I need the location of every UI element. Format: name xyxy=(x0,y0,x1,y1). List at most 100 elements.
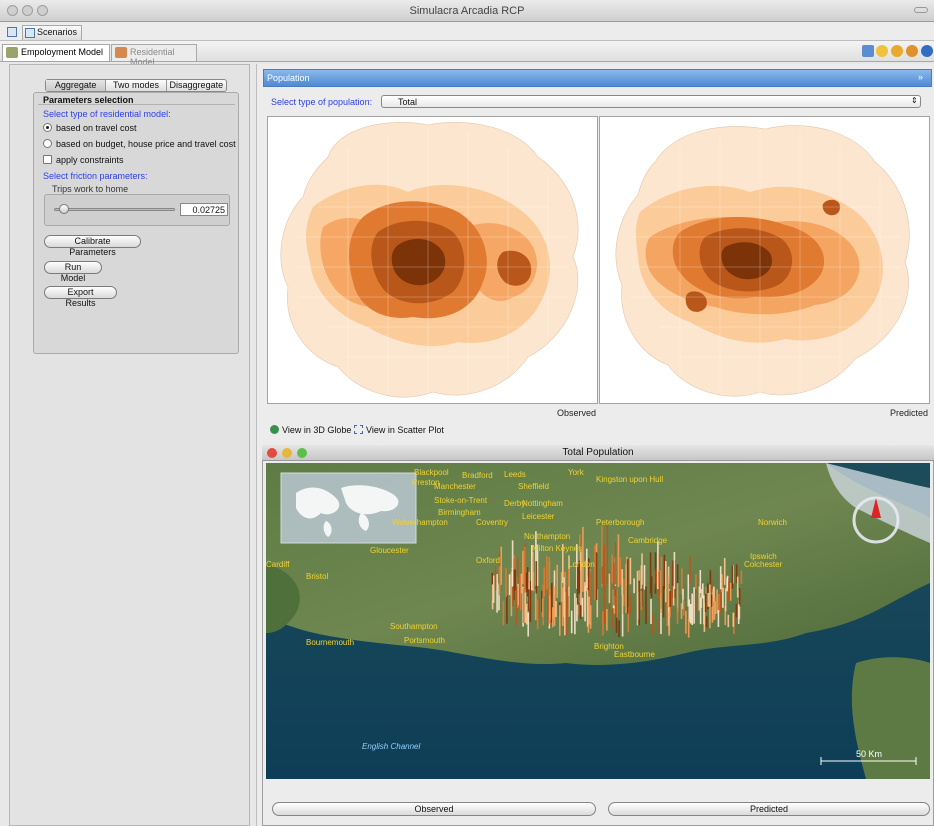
population-bar xyxy=(625,563,627,614)
place-label: Northampton xyxy=(524,532,570,541)
zoom-out-icon[interactable] xyxy=(891,45,903,57)
population-bar xyxy=(517,558,519,584)
population-bar xyxy=(611,608,614,628)
observed-map[interactable] xyxy=(267,116,598,404)
population-bar xyxy=(645,586,647,625)
tab-disaggregate[interactable]: Disaggregate xyxy=(167,80,226,91)
population-bar xyxy=(665,561,667,603)
population-bar xyxy=(643,565,646,590)
collapse-icon[interactable]: » xyxy=(918,72,923,82)
population-bar xyxy=(502,600,505,626)
globe-icon xyxy=(270,425,279,434)
zoom-in-icon[interactable] xyxy=(876,45,888,57)
population-bar xyxy=(640,590,643,611)
population-bar xyxy=(621,594,624,615)
place-label: Gloucester xyxy=(370,546,409,555)
population-bar xyxy=(522,550,524,584)
tab-residential-model[interactable]: Residential Model xyxy=(111,44,197,67)
place-label: Sheffield xyxy=(518,482,549,491)
population-bar xyxy=(626,559,629,614)
radio-selected-icon xyxy=(43,123,52,132)
zoom-extent-icon[interactable] xyxy=(862,45,874,57)
population-bar xyxy=(527,612,529,637)
house-icon xyxy=(115,47,127,58)
population-bar xyxy=(556,564,558,598)
population-bar xyxy=(576,563,579,605)
population-bar xyxy=(738,588,741,607)
trips-slider-thumb[interactable] xyxy=(59,204,70,214)
population-bar xyxy=(608,573,611,604)
place-label: Eastbourne xyxy=(614,650,655,659)
population-bar xyxy=(732,612,735,627)
view-scatter-plot-link[interactable]: View in Scatter Plot xyxy=(354,425,444,435)
view-3d-globe-link[interactable]: View in 3D Globe xyxy=(270,425,351,435)
population-bar xyxy=(640,565,643,589)
predicted-map[interactable] xyxy=(599,116,930,404)
place-label: Cambridge xyxy=(628,536,668,545)
population-bar xyxy=(685,610,687,634)
population-bar xyxy=(595,552,598,601)
population-title: Population xyxy=(267,73,310,83)
population-bar xyxy=(673,552,676,589)
population-bar xyxy=(728,581,730,602)
population-type-select[interactable]: Total xyxy=(381,95,921,108)
observed-button[interactable]: Observed xyxy=(272,802,596,816)
population-bar xyxy=(689,556,691,584)
population-type-label: Select type of population: xyxy=(271,97,373,107)
place-label: Kingston upon Hull xyxy=(596,475,663,484)
population-bar xyxy=(718,594,720,613)
run-model-button[interactable]: Run Model xyxy=(44,261,102,283)
trips-value-field[interactable]: 0.02725 xyxy=(180,203,228,216)
radio-travel-cost[interactable]: based on travel cost xyxy=(43,123,137,133)
population-bar xyxy=(663,554,666,590)
population-bar xyxy=(570,610,573,634)
population-bar xyxy=(649,552,652,594)
perspective-icon[interactable] xyxy=(7,27,17,37)
population-bar xyxy=(704,593,707,612)
population-bar xyxy=(651,613,654,635)
tab-aggregate[interactable]: Aggregate xyxy=(46,80,107,91)
population-bar xyxy=(727,614,730,628)
calibrate-parameters-button[interactable]: Calibrate Parameters xyxy=(44,235,141,257)
population-bar xyxy=(699,570,702,593)
population-bar xyxy=(729,583,732,601)
globe-3d-view[interactable]: Blackpool York Kingston upon Hull Preston Br… xyxy=(266,463,930,779)
tab-scenarios[interactable]: Scenarios xyxy=(22,25,83,40)
population-bar xyxy=(589,605,592,629)
population-bar xyxy=(536,599,539,630)
population-bar xyxy=(555,601,557,617)
predicted-button[interactable]: Predicted xyxy=(608,802,930,816)
population-bar xyxy=(630,594,632,615)
population-bar xyxy=(546,555,548,590)
place-label: Colchester xyxy=(744,560,783,569)
pan-hand-icon[interactable] xyxy=(906,45,918,57)
population-bar xyxy=(668,611,671,634)
population-bar xyxy=(529,580,532,622)
observed-choropleth xyxy=(280,122,579,398)
population-bar xyxy=(505,568,507,598)
info-icon[interactable] xyxy=(921,45,933,57)
population-bar xyxy=(491,584,494,610)
population-bar xyxy=(655,568,658,588)
export-results-button[interactable]: Export Results xyxy=(44,286,117,308)
population-bar xyxy=(500,546,502,585)
tab-employment-model[interactable]: Empoloyment Model xyxy=(2,44,110,61)
population-bar xyxy=(606,524,609,584)
population-bar xyxy=(548,557,551,596)
place-label: Milton Keynes xyxy=(532,544,582,553)
population-bar xyxy=(731,565,734,589)
tab-two-modes[interactable]: Two modes xyxy=(106,80,167,91)
population-bar xyxy=(740,570,743,584)
population-bar xyxy=(621,614,624,637)
apply-constraints-checkbox[interactable]: apply constraints xyxy=(43,155,124,165)
population-bar xyxy=(566,586,568,610)
trips-slider-track[interactable] xyxy=(54,208,175,211)
population-bar xyxy=(498,566,501,596)
trips-label: Trips work to home xyxy=(52,184,129,194)
radio-budget-house-travel[interactable]: based on budget, house price and travel … xyxy=(43,139,236,149)
model-tab-bar: Empoloyment Model Residential Model xyxy=(0,41,934,67)
toolbar-toggle-button[interactable] xyxy=(914,7,928,13)
population-bar xyxy=(613,563,615,606)
population-bar xyxy=(735,603,738,618)
population-bar xyxy=(717,610,720,627)
